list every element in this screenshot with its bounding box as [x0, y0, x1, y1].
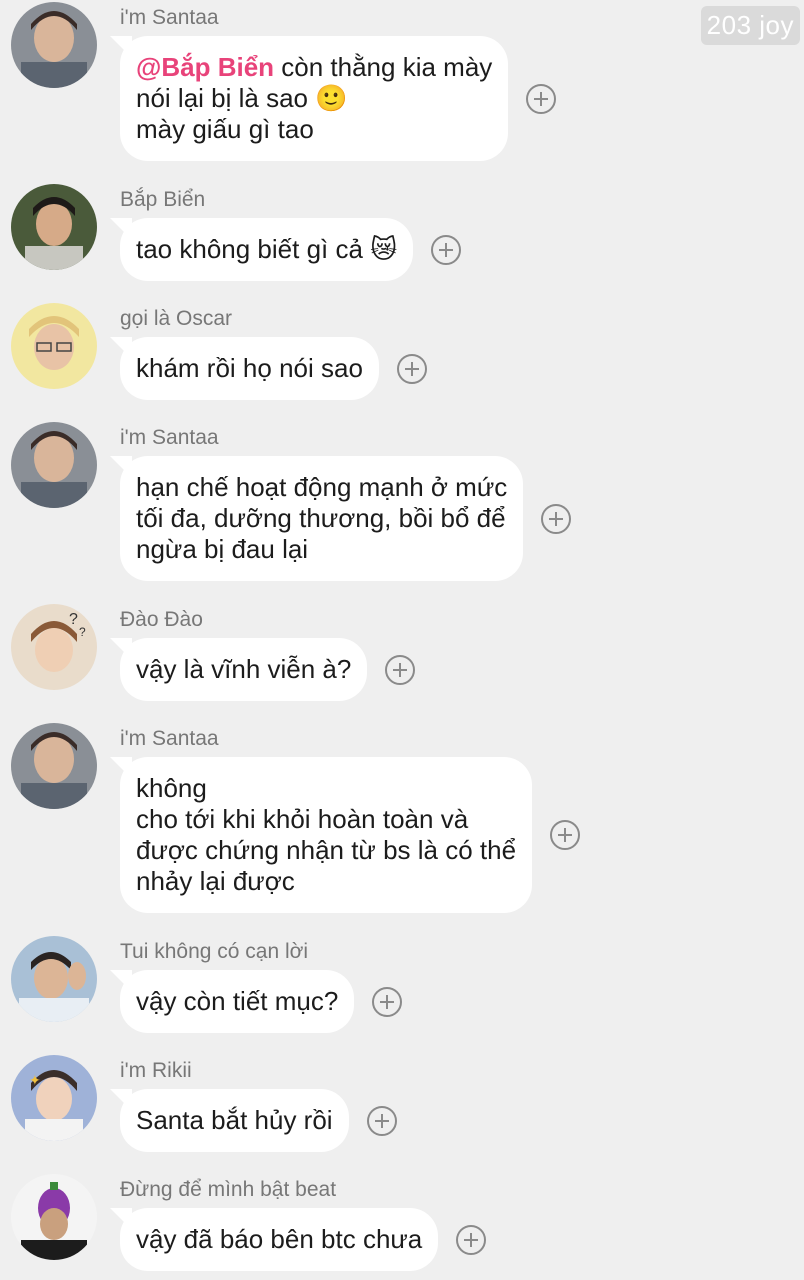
avatar[interactable] [11, 1174, 97, 1260]
avatar[interactable] [11, 723, 97, 809]
add-reaction-icon[interactable] [431, 234, 462, 265]
message-bubble[interactable]: tao không biết gì cả 😿 [120, 218, 414, 281]
sender-name: Bắp Biển [120, 188, 206, 211]
add-reaction-icon[interactable] [366, 1105, 397, 1136]
message-text: tao không biết gì cả 😿 [136, 234, 398, 264]
message-text: hạn chế hoạt động mạnh ở mức [136, 472, 508, 502]
avatar[interactable]: ✦ [11, 1055, 97, 1141]
svg-text:?: ? [79, 625, 86, 639]
message-text: cho tới khi khỏi hoàn toàn và [136, 804, 469, 834]
sender-name: Tui không có cạn lời [120, 940, 309, 963]
message-text: còn thằng kia mày [274, 52, 493, 82]
avatar[interactable] [11, 303, 97, 389]
add-reaction-icon[interactable] [396, 353, 427, 384]
message-text: tối đa, dưỡng thương, bồi bổ để [136, 503, 506, 533]
message-text: Santa bắt hủy rồi [136, 1105, 333, 1135]
message-text: vậy là vĩnh viễn à? [136, 654, 352, 684]
add-reaction-icon[interactable] [550, 820, 581, 850]
add-reaction-icon[interactable] [372, 986, 403, 1017]
message-text: mày giấu gì tao [136, 114, 314, 144]
sender-name: i'm Santaa [120, 426, 219, 449]
add-reaction-icon[interactable] [541, 503, 572, 534]
svg-text:✦: ✦ [29, 1072, 41, 1088]
avatar[interactable] [11, 936, 97, 1022]
message-text: vậy còn tiết mục? [136, 986, 339, 1016]
message-bubble[interactable]: khám rồi họ nói sao [120, 337, 379, 400]
message-bubble[interactable]: Santa bắt hủy rồi [120, 1089, 349, 1152]
avatar[interactable] [11, 2, 97, 88]
add-reaction-icon[interactable] [385, 654, 416, 685]
avatar[interactable] [11, 422, 97, 508]
sender-name: i'm Rikii [120, 1059, 192, 1082]
message-bubble[interactable]: không cho tới khi khỏi hoàn toàn và được… [120, 757, 533, 913]
sender-name: Đừng để mình bật beat [120, 1178, 337, 1201]
message-bubble[interactable]: vậy đã báo bên btc chưa [120, 1208, 439, 1271]
message-text: được chứng nhận từ bs là có thể [136, 835, 517, 865]
sender-name: Đào Đào [120, 608, 203, 631]
message-text: nói lại bị là sao 🙂 [136, 83, 348, 113]
sender-name: i'm Santaa [120, 727, 219, 750]
add-reaction-icon[interactable] [526, 83, 557, 114]
message-bubble[interactable]: @Bắp Biển còn thằng kia mày nói lại bị l… [120, 36, 509, 161]
message-text: nhảy lại được [136, 866, 295, 896]
message-bubble[interactable]: vậy còn tiết mục? [120, 970, 355, 1033]
svg-text:?: ? [69, 611, 78, 628]
message-bubble[interactable]: vậy là vĩnh viễn à? [120, 638, 368, 701]
message-text: vậy đã báo bên btc chưa [136, 1224, 423, 1254]
message-bubble[interactable]: hạn chế hoạt động mạnh ở mức tối đa, dưỡ… [120, 456, 524, 581]
mention-link[interactable]: @Bắp Biển [136, 52, 274, 82]
avatar[interactable]: ?? [11, 604, 97, 690]
message-text: ngừa bị đau lại [136, 534, 309, 564]
message-text: khám rồi họ nói sao [136, 353, 363, 383]
message-text: không [136, 773, 207, 803]
avatar[interactable] [11, 184, 97, 270]
add-reaction-icon[interactable] [456, 1224, 487, 1255]
sender-name: gọi là Oscar [120, 307, 233, 330]
sender-name: i'm Santaa [120, 6, 219, 29]
watermark: 203 joy [700, 6, 800, 45]
